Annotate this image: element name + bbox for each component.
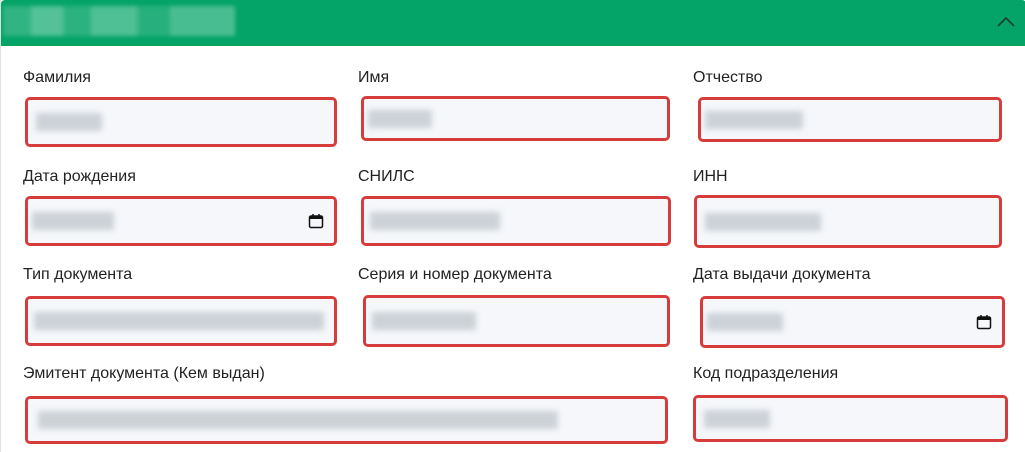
redacted-value [705, 110, 803, 129]
doc-issuer-input[interactable] [25, 396, 668, 444]
snils-label: СНИЛС [358, 168, 415, 185]
inn-label: ИНН [693, 168, 728, 185]
redacted-value [36, 113, 102, 131]
redacted-value [372, 312, 476, 330]
redacted-value [705, 212, 821, 231]
division-code-label: Код подразделения [693, 365, 839, 382]
birth-date-label: Дата рождения [23, 168, 136, 185]
card-title-redacted [3, 6, 235, 36]
chevron-up-icon [997, 16, 1015, 27]
snils-input[interactable] [361, 196, 671, 246]
document-card: Фамилия Имя Отчество Дата рождения СНИЛС… [0, 0, 1025, 452]
doc-issue-date-input[interactable] [700, 296, 1005, 348]
last-name-label: Фамилия [23, 69, 91, 86]
redacted-value [704, 409, 770, 428]
birth-date-input[interactable] [25, 196, 337, 246]
calendar-icon[interactable] [308, 213, 324, 229]
first-name-input[interactable] [361, 96, 670, 141]
doc-type-label: Тип документа [23, 266, 133, 283]
redacted-value [707, 313, 783, 331]
patronymic-label: Отчество [693, 69, 763, 86]
inn-input[interactable] [694, 195, 1002, 248]
redacted-value [34, 312, 324, 330]
last-name-input[interactable] [25, 97, 337, 147]
calendar-icon[interactable] [976, 314, 992, 330]
card-title [3, 6, 4, 7]
redacted-value [370, 212, 500, 230]
redacted-value [368, 109, 432, 128]
header-divider [1, 44, 1025, 46]
card-header[interactable] [1, 0, 1025, 44]
doc-type-input[interactable] [25, 296, 337, 346]
first-name-label: Имя [358, 69, 390, 86]
doc-issuer-label: Эмитент документа (Кем выдан) [23, 365, 265, 382]
doc-number-input[interactable] [363, 295, 670, 347]
redacted-value [32, 212, 114, 230]
doc-issue-date-label: Дата выдачи документа [693, 266, 871, 283]
patronymic-input[interactable] [698, 97, 1002, 142]
collapse-toggle-button[interactable] [992, 8, 1020, 36]
division-code-input[interactable] [693, 395, 1008, 442]
redacted-value [38, 411, 558, 429]
doc-number-label: Серия и номер документа [358, 266, 552, 283]
